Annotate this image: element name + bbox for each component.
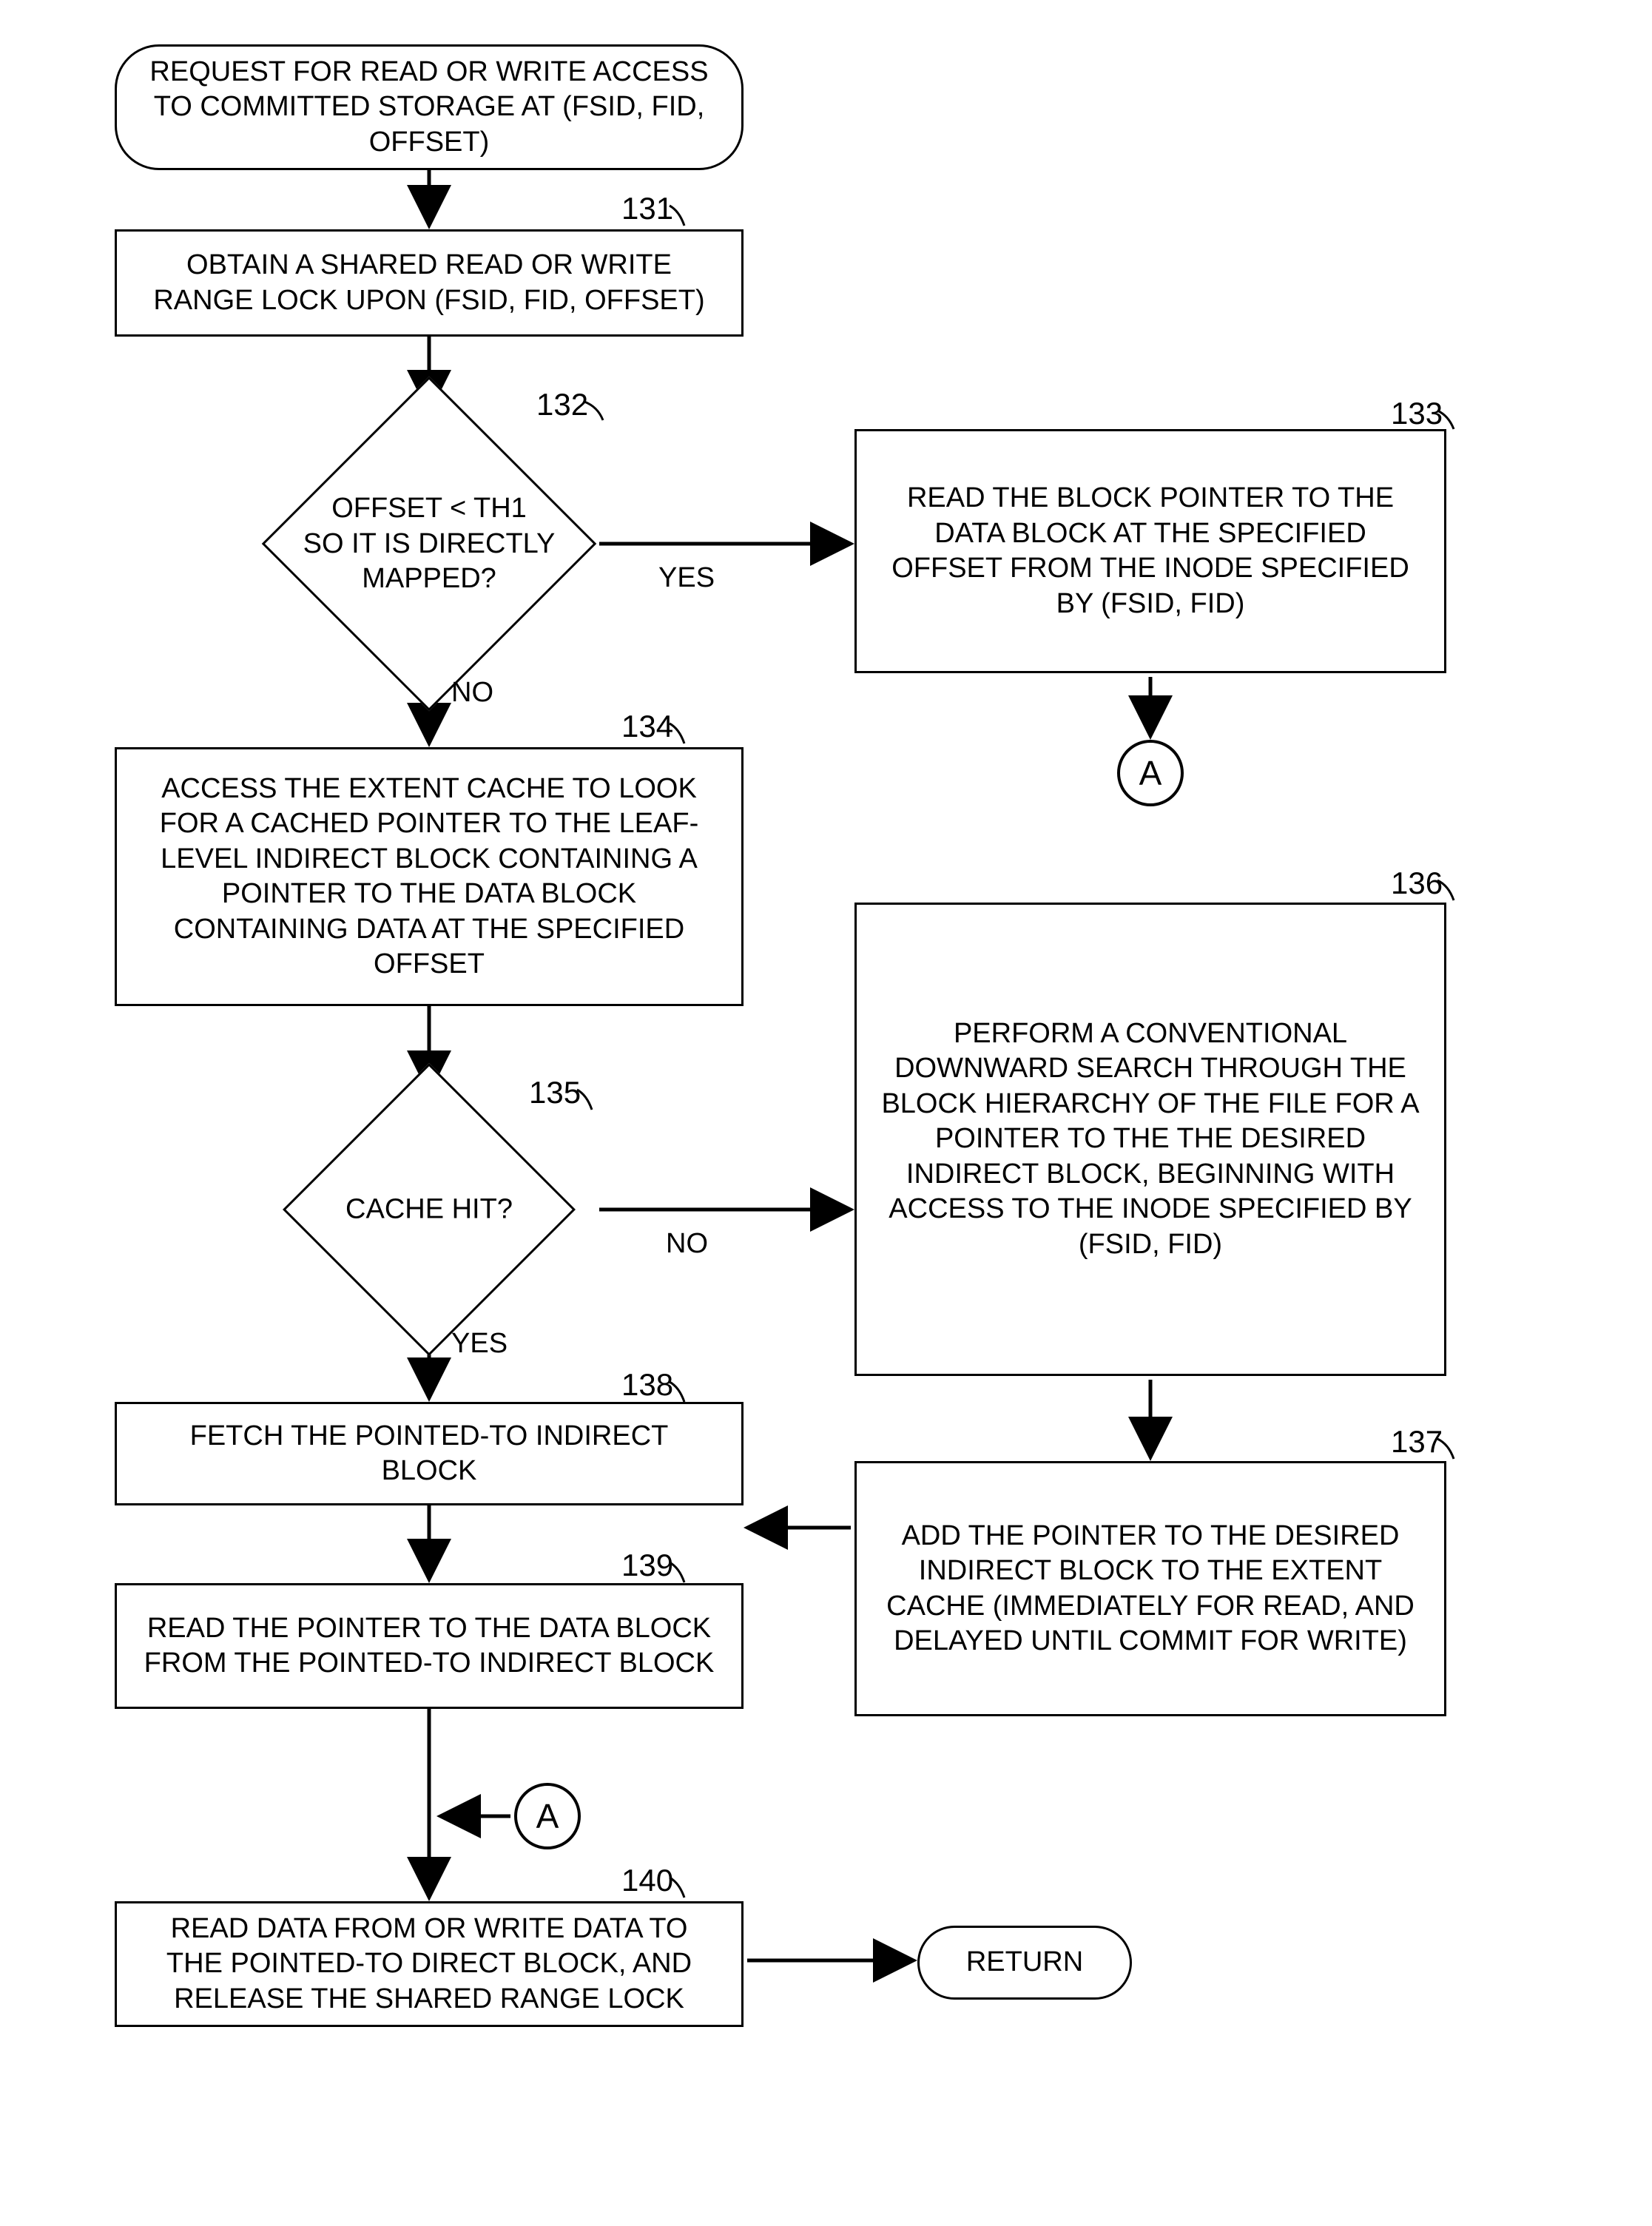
step-137: ADD THE POINTER TO THE DESIRED INDIRECT …: [854, 1461, 1446, 1716]
step-136: PERFORM A CONVENTIONAL DOWNWARD SEARCH T…: [854, 903, 1446, 1376]
ref-136: 136: [1391, 866, 1443, 901]
connector-a-bottom: A: [514, 1783, 581, 1849]
ref-132: 132: [536, 387, 588, 422]
ref-138: 138: [621, 1367, 673, 1403]
ref-131: 131: [621, 191, 673, 226]
ref-137: 137: [1391, 1424, 1443, 1460]
decision-132-text: OFFSET < TH1SO IT IS DIRECTLYMAPPED?: [252, 491, 607, 597]
return-terminal: RETURN: [917, 1926, 1132, 2000]
connector-a-top: A: [1117, 740, 1184, 806]
ref-140: 140: [621, 1863, 673, 1898]
ref-139: 139: [621, 1548, 673, 1583]
label-135-yes: YES: [451, 1328, 508, 1360]
ref-133: 133: [1391, 396, 1443, 431]
step-134: ACCESS THE EXTENT CACHE TO LOOK FOR A CA…: [115, 747, 744, 1006]
flowchart: REQUEST FOR READ OR WRITE ACCESS TO COMM…: [30, 44, 1622, 2182]
decision-135-text: CACHE HIT?: [296, 1192, 562, 1227]
step-140: READ DATA FROM OR WRITE DATA TO THE POIN…: [115, 1901, 744, 2027]
ref-135: 135: [529, 1075, 581, 1110]
step-133: READ THE BLOCK POINTER TO THE DATA BLOCK…: [854, 429, 1446, 673]
start-terminal: REQUEST FOR READ OR WRITE ACCESS TO COMM…: [115, 44, 744, 170]
label-135-no: NO: [666, 1228, 708, 1260]
ref-134: 134: [621, 709, 673, 744]
step-131: OBTAIN A SHARED READ OR WRITE RANGE LOCK…: [115, 229, 744, 337]
step-138: FETCH THE POINTED-TO INDIRECT BLOCK: [115, 1402, 744, 1505]
label-132-no: NO: [451, 677, 493, 709]
step-139: READ THE POINTER TO THE DATA BLOCK FROM …: [115, 1583, 744, 1709]
label-132-yes: YES: [658, 562, 715, 594]
